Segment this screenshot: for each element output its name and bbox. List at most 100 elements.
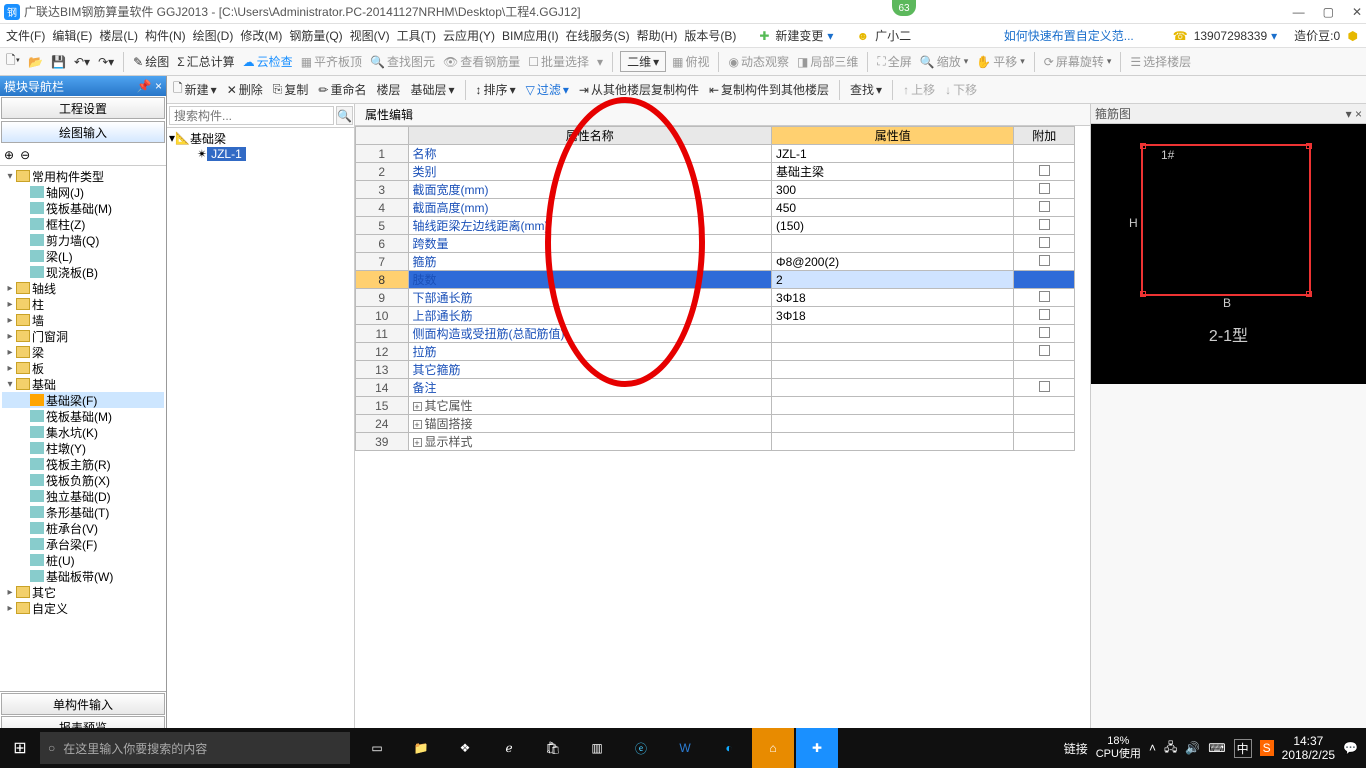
table-row[interactable]: 15+其它属性	[356, 397, 1075, 415]
table-row[interactable]: 12拉筋	[356, 343, 1075, 361]
view-2d-select[interactable]: 二维 ▾	[620, 51, 666, 72]
tree-item[interactable]: 筏板主筋(R)	[2, 456, 164, 472]
move-up-button[interactable]: ↑ 上移	[901, 79, 937, 100]
hint-link[interactable]: 如何快速布置自定义范...	[1002, 27, 1136, 44]
menu-file[interactable]: 文件(F)	[4, 27, 47, 44]
tree-item[interactable]: ▾基础	[2, 376, 164, 392]
undo-button[interactable]: ↶▾	[72, 53, 92, 71]
cloud-check-button[interactable]: ☁ 云检查	[241, 51, 295, 72]
app3-icon[interactable]: ▥	[576, 728, 618, 768]
tree-item[interactable]: ▸板	[2, 360, 164, 376]
tree-item[interactable]: 轴网(J)	[2, 184, 164, 200]
table-row[interactable]: 11侧面构造或受扭筋(总配筋值)	[356, 325, 1075, 343]
app1-icon[interactable]: ❖	[444, 728, 486, 768]
menu-view[interactable]: 视图(V)	[348, 27, 392, 44]
table-row[interactable]: 39+显示样式	[356, 433, 1075, 451]
batch-select-button[interactable]: ☐ 批量选择	[526, 51, 591, 72]
comp-item[interactable]: ✴ JZL-1	[169, 146, 352, 162]
copy-to-button[interactable]: ⇤ 复制构件到其他楼层	[707, 79, 831, 100]
tree-item[interactable]: 桩承台(V)	[2, 520, 164, 536]
open-file-button[interactable]: 📂	[26, 53, 45, 71]
task-view-icon[interactable]: ▭	[356, 728, 398, 768]
props-table[interactable]: 属性名称 属性值 附加 1名称JZL-12类别基础主梁3截面宽度(mm)3004…	[355, 126, 1075, 451]
rename-comp-button[interactable]: ✏ 重命名	[316, 79, 368, 100]
rotate-button[interactable]: ⟳ 屏幕旋转	[1042, 51, 1114, 72]
user-button[interactable]: ☻广小二	[852, 27, 915, 44]
menu-tool[interactable]: 工具(T)	[395, 27, 438, 44]
app5-icon[interactable]: ⌂	[752, 728, 794, 768]
menu-bim[interactable]: BIM应用(I)	[500, 27, 561, 44]
menu-online[interactable]: 在线服务(S)	[564, 27, 632, 44]
tray-kb-icon[interactable]: ⌨	[1208, 741, 1225, 755]
local-3d-button[interactable]: ◨ 局部三维	[795, 51, 860, 72]
new-change-button[interactable]: ✚新建变更 ▾	[755, 27, 835, 44]
table-row[interactable]: 3截面宽度(mm)300	[356, 181, 1075, 199]
table-row[interactable]: 24+锚固搭接	[356, 415, 1075, 433]
tray-vol-icon[interactable]: 🔊	[1185, 741, 1200, 755]
draw-button[interactable]: ✎绘图	[131, 51, 171, 72]
tray-cpu[interactable]: 18% CPU使用	[1096, 735, 1141, 761]
tree-item[interactable]: ▸轴线	[2, 280, 164, 296]
minimize-button[interactable]: —	[1293, 5, 1305, 19]
expand-icon[interactable]: ⊕	[4, 148, 14, 162]
move-down-button[interactable]: ↓ 下移	[943, 79, 979, 100]
phone-link[interactable]: ☎13907298339 ▾	[1169, 29, 1279, 43]
table-row[interactable]: 13其它箍筋	[356, 361, 1075, 379]
copy-from-button[interactable]: ⇥ 从其他楼层复制构件	[577, 79, 701, 100]
menu-version[interactable]: 版本号(B)	[682, 27, 738, 44]
app4-icon[interactable]: ◐	[708, 728, 750, 768]
extra-button[interactable]: ▾	[595, 53, 605, 71]
edge-icon[interactable]: ℯ	[488, 728, 530, 768]
delete-comp-button[interactable]: ✕ 删除	[225, 79, 265, 100]
fullscreen-button[interactable]: ⛶ 全屏	[875, 51, 913, 72]
menu-edit[interactable]: 编辑(E)	[50, 27, 94, 44]
search-input[interactable]	[169, 106, 334, 125]
store-icon[interactable]: 🛍	[532, 728, 574, 768]
new-file-button[interactable]: 🗋▾	[4, 49, 22, 74]
tree-item[interactable]: 桩(U)	[2, 552, 164, 568]
sum-calc-button[interactable]: Σ 汇总计算	[175, 51, 236, 72]
nav-tab-draw[interactable]: 绘图输入	[1, 121, 165, 143]
tree-item[interactable]: 框柱(Z)	[2, 216, 164, 232]
copy-comp-button[interactable]: ⎘ 复制	[271, 79, 311, 100]
tray-notif-icon[interactable]: 💬	[1343, 741, 1358, 755]
tray-link[interactable]: 链接	[1064, 740, 1088, 757]
tree-item[interactable]: 集水坑(K)	[2, 424, 164, 440]
menu-cloud[interactable]: 云应用(Y)	[441, 27, 497, 44]
maximize-button[interactable]: ▢	[1323, 5, 1334, 19]
tray-up-icon[interactable]: ˄	[1149, 741, 1156, 755]
zoom-button[interactable]: 🔍 缩放	[918, 51, 971, 72]
tree-item[interactable]: 基础梁(F)	[2, 392, 164, 408]
app6-icon[interactable]: ✚	[796, 728, 838, 768]
layer-select[interactable]: 基础层 ▾	[409, 79, 457, 100]
sort-button[interactable]: ↕ 排序 ▾	[474, 79, 518, 100]
table-row[interactable]: 4截面高度(mm)450	[356, 199, 1075, 217]
table-row[interactable]: 8肢数2	[356, 271, 1075, 289]
tree-item[interactable]: ▸门窗洞	[2, 328, 164, 344]
tree-item[interactable]: 柱墩(Y)	[2, 440, 164, 456]
tree-item[interactable]: ▸自定义	[2, 600, 164, 616]
tree-item[interactable]: ▸墙	[2, 312, 164, 328]
menu-modify[interactable]: 修改(M)	[238, 27, 284, 44]
nav-tab-project[interactable]: 工程设置	[1, 97, 165, 119]
select-floor-button[interactable]: ☰ 选择楼层	[1128, 51, 1193, 72]
search-button[interactable]: 🔍	[336, 106, 353, 125]
tree-item[interactable]: 基础板带(W)	[2, 568, 164, 584]
align-top-button[interactable]: ▦ 平齐板顶	[299, 51, 364, 72]
tree-item[interactable]: ▸其它	[2, 584, 164, 600]
tree-item[interactable]: ▸梁	[2, 344, 164, 360]
ie-icon[interactable]: ⓔ	[620, 728, 662, 768]
tray-sogou-icon[interactable]: S	[1260, 740, 1274, 756]
table-row[interactable]: 1名称JZL-1	[356, 145, 1075, 163]
new-comp-button[interactable]: 🗋 新建 ▾	[171, 77, 219, 102]
notification-badge[interactable]: 63	[892, 0, 916, 16]
col-add[interactable]: 附加	[1014, 127, 1075, 145]
menu-rebar[interactable]: 钢筋量(Q)	[287, 27, 344, 44]
table-row[interactable]: 2类别基础主梁	[356, 163, 1075, 181]
comp-root[interactable]: ▾📐 基础梁	[169, 130, 352, 146]
save-button[interactable]: 💾	[49, 53, 68, 71]
tree-item[interactable]: ▸柱	[2, 296, 164, 312]
pan-button[interactable]: ✋ 平移	[974, 51, 1027, 72]
tree-item[interactable]: 剪力墙(Q)	[2, 232, 164, 248]
tree-item[interactable]: 筏板基础(M)	[2, 200, 164, 216]
